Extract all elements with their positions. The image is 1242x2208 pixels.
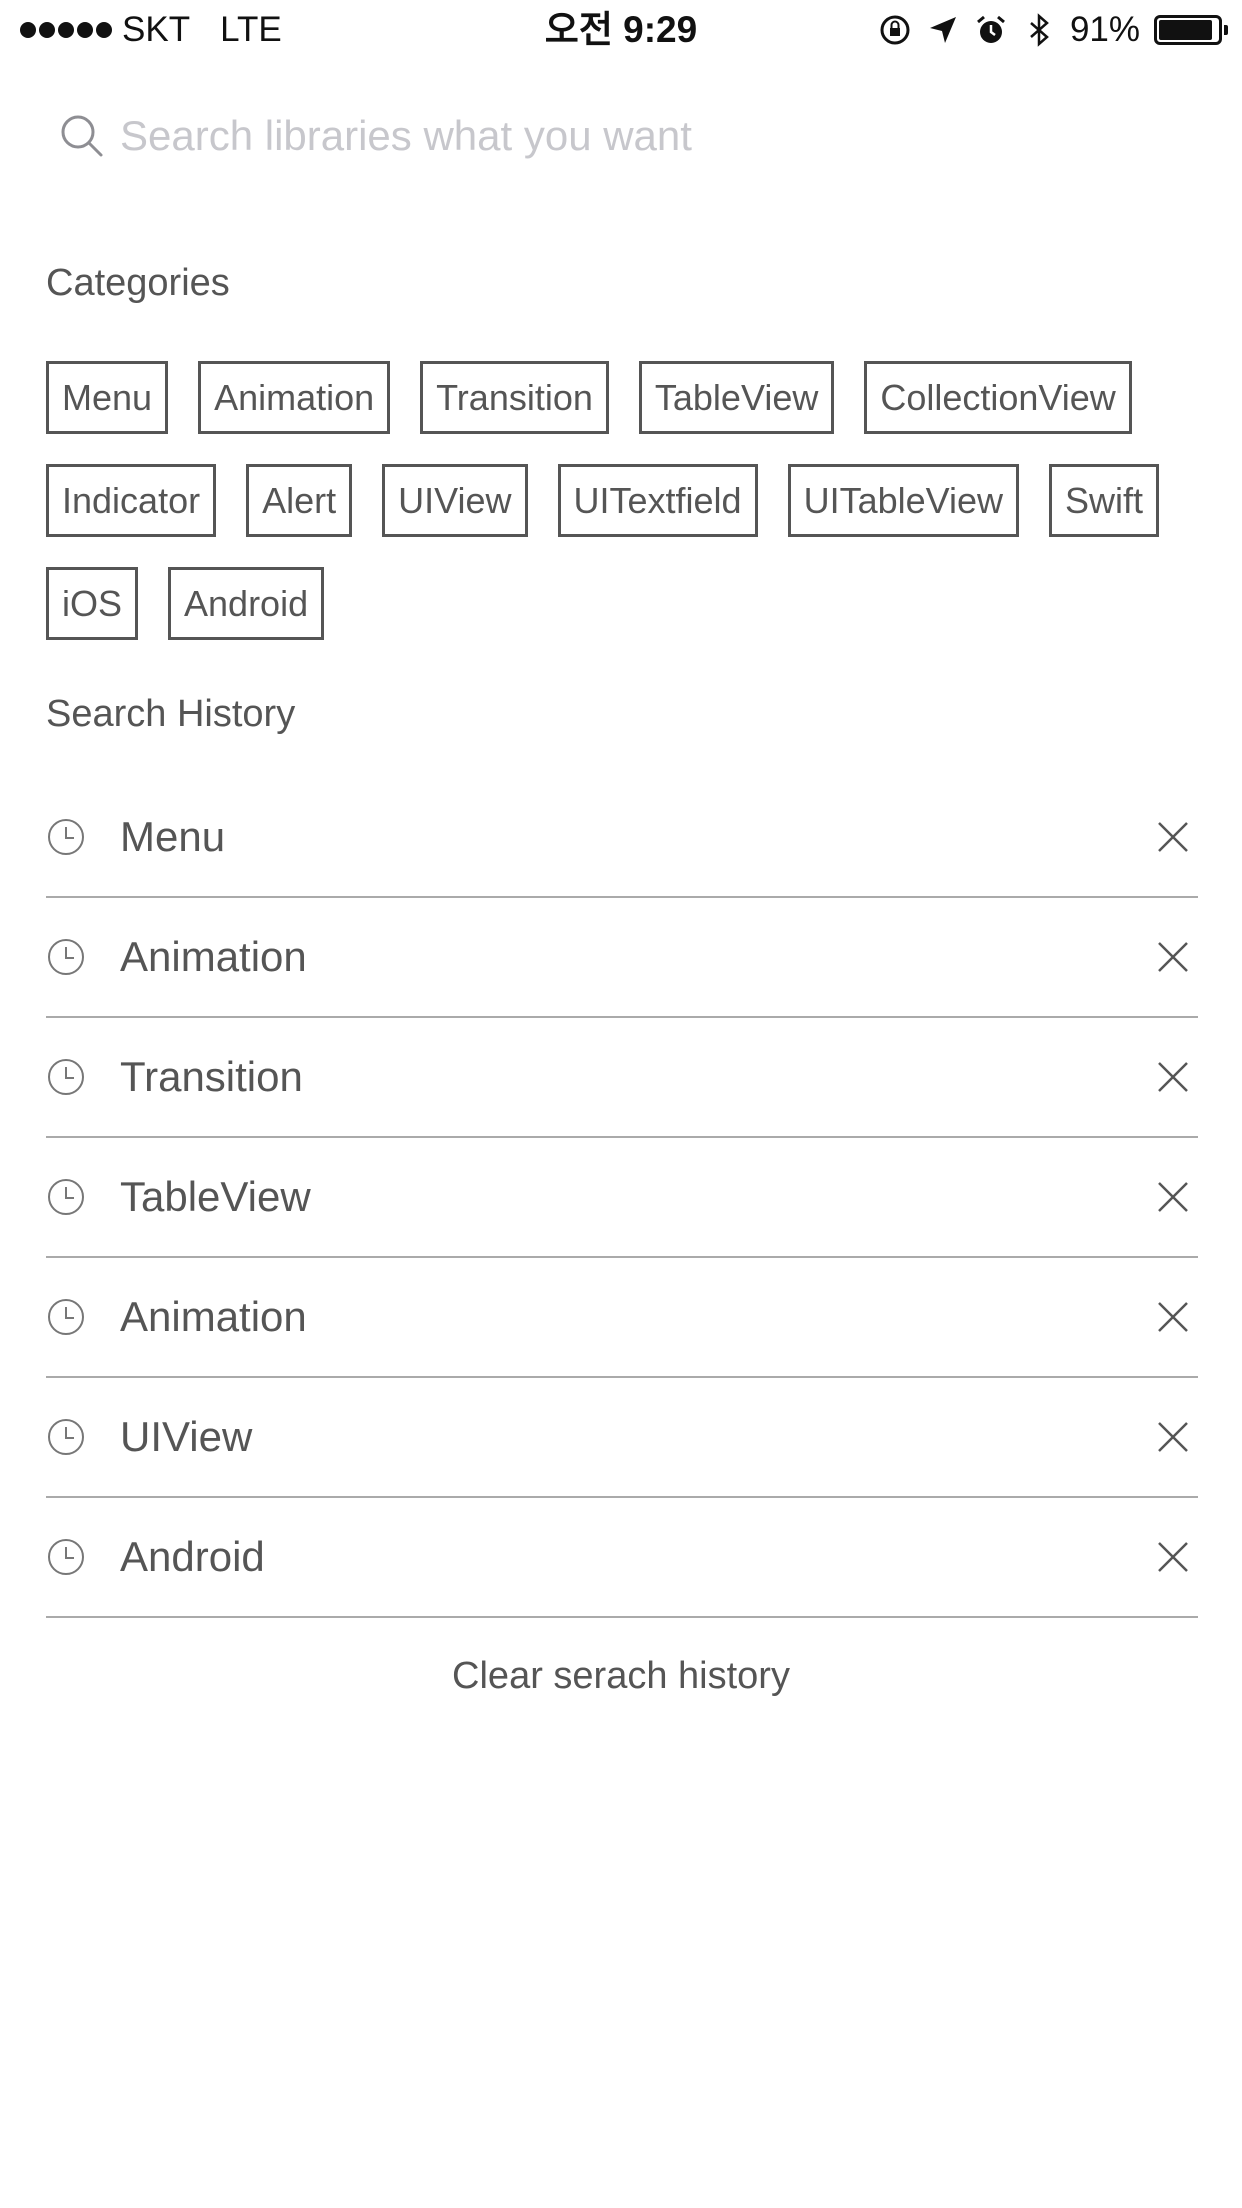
close-icon[interactable] xyxy=(1156,1060,1190,1094)
close-icon[interactable] xyxy=(1156,820,1190,854)
search-input[interactable] xyxy=(120,112,1188,160)
category-chip-row: iOS Android xyxy=(46,567,1206,640)
category-chip[interactable]: UITextfield xyxy=(557,464,758,537)
history-item-label: Android xyxy=(120,1533,265,1580)
clock-icon xyxy=(48,1179,84,1215)
category-chip[interactable]: UITableView xyxy=(787,464,1020,537)
clock-icon xyxy=(48,1299,84,1335)
location-arrow-icon xyxy=(929,17,956,43)
history-item[interactable]: Android xyxy=(46,1498,1198,1618)
history-item-label: Animation xyxy=(120,933,307,980)
lock-rotation-icon xyxy=(880,15,910,45)
category-chip[interactable]: Alert xyxy=(246,464,353,537)
history-item[interactable]: Animation xyxy=(46,1258,1198,1378)
bluetooth-icon xyxy=(1030,13,1049,47)
history-item[interactable]: Transition xyxy=(46,1018,1198,1138)
battery-percent: 91% xyxy=(1069,10,1140,49)
category-chip[interactable]: Animation xyxy=(198,361,391,434)
history-item[interactable]: Animation xyxy=(46,898,1198,1018)
close-icon[interactable] xyxy=(1156,1300,1190,1334)
history-item[interactable]: Menu xyxy=(46,778,1198,898)
history-item-label: Menu xyxy=(120,813,226,860)
category-chip[interactable]: iOS xyxy=(46,567,139,640)
clock-icon xyxy=(48,1059,84,1095)
clock-icon xyxy=(48,819,84,855)
history-item-label: Transition xyxy=(120,1053,303,1100)
history-item-label: UIView xyxy=(120,1413,253,1460)
search-history-title: Search History xyxy=(46,693,296,735)
close-icon[interactable] xyxy=(1156,1180,1190,1214)
category-chip-row: Menu Animation Transition TableView Collecti… xyxy=(46,361,1206,434)
clock-icon xyxy=(48,1419,84,1455)
category-chip[interactable]: TableView xyxy=(638,361,835,434)
close-icon[interactable] xyxy=(1156,1420,1190,1454)
clear-history-button[interactable]: Clear serach history xyxy=(0,1655,1242,1698)
search-history-list: Menu Animation Transition TableView Animatio… xyxy=(46,778,1198,1618)
clock-icon xyxy=(48,939,84,975)
category-chip[interactable]: Indicator xyxy=(46,464,217,537)
battery-icon xyxy=(1154,15,1228,45)
alarm-icon xyxy=(976,15,1005,43)
history-item[interactable]: UIView xyxy=(46,1378,1198,1498)
category-chip[interactable]: Menu xyxy=(46,361,169,434)
history-item[interactable]: TableView xyxy=(46,1138,1198,1258)
clock-icon xyxy=(48,1539,84,1575)
category-chip[interactable]: Android xyxy=(168,567,325,640)
search-icon xyxy=(61,115,103,157)
history-item-label: TableView xyxy=(120,1173,311,1220)
search-bar[interactable] xyxy=(58,108,1188,164)
categories-title: Categories xyxy=(46,262,230,304)
status-bar: SKT LTE 오전 9:29 91% xyxy=(0,0,1242,60)
status-right: 91% xyxy=(878,8,1228,52)
history-item-label: Animation xyxy=(120,1293,307,1340)
category-chip[interactable]: Swift xyxy=(1049,464,1160,537)
category-chip[interactable]: Transition xyxy=(420,361,609,434)
close-icon[interactable] xyxy=(1156,940,1190,974)
category-chips: Menu Animation Transition TableView Collecti… xyxy=(46,361,1206,670)
category-chip[interactable]: UIView xyxy=(382,464,528,537)
category-chip[interactable]: CollectionView xyxy=(864,361,1132,434)
close-icon[interactable] xyxy=(1156,1540,1190,1574)
category-chip-row: Indicator Alert UIView UITextfield UITableVi… xyxy=(46,464,1206,537)
